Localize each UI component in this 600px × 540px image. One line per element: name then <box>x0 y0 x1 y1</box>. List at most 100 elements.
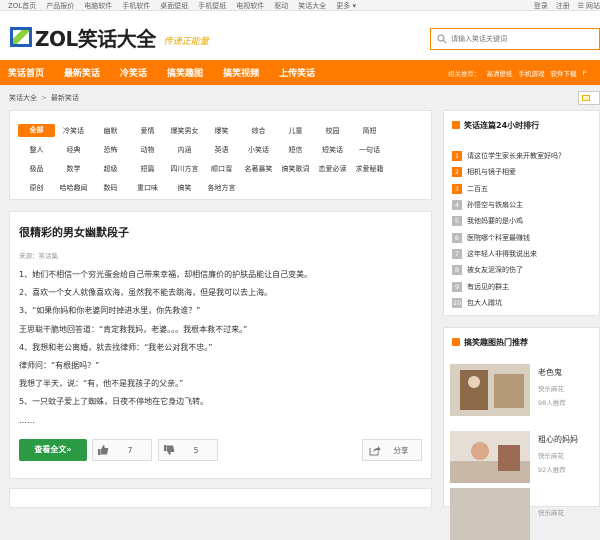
category-item[interactable]: 幽默 <box>92 126 129 136</box>
category-item[interactable]: 综合 <box>240 126 277 136</box>
category-item[interactable]: 经典 <box>55 145 92 155</box>
top-link-tv-software[interactable]: 电视软件 <box>236 1 264 11</box>
nav-item-home[interactable]: 笑话首页 <box>8 66 44 79</box>
category-item[interactable]: 求爱秘籍 <box>351 164 388 174</box>
top-utility-bar: ZOL首页 产品报价 电脑软件 手机软件 桌面壁纸 手机壁纸 电视软件 驱动 笑… <box>0 0 600 11</box>
category-item[interactable]: 四川方言 <box>166 164 203 174</box>
category-row: 极品 数学 超级 短篇 四川方言 顺口溜 名著暴笑 搞笑歌词 恋爱必读 求爱秘籍 <box>18 159 428 178</box>
category-item[interactable]: 哈哈趣闻 <box>55 183 92 193</box>
ranking-item-text: 这年轻人非得我说出来 <box>467 249 537 258</box>
ranking-item[interactable]: 8 被女友泥深的伤了 <box>452 262 565 278</box>
category-item[interactable]: 短信 <box>277 145 314 155</box>
ranking-item[interactable]: 5 我他妈要的是小鸡 <box>452 213 565 229</box>
like-count: 7 <box>127 445 133 455</box>
category-item[interactable]: 搞笑 <box>166 183 203 193</box>
search-input[interactable] <box>451 32 591 46</box>
ranking-number: 8 <box>452 265 462 276</box>
top-link-zol-home[interactable]: ZOL首页 <box>8 1 36 11</box>
category-item[interactable]: 爆笑 <box>203 126 240 136</box>
category-item[interactable]: 一句话 <box>351 145 388 155</box>
category-item[interactable]: 冷笑话 <box>55 126 92 136</box>
breadcrumb-home[interactable]: 笑话大全 <box>9 93 37 103</box>
category-item[interactable]: 儿童 <box>277 126 314 136</box>
top-link-drivers[interactable]: 驱动 <box>274 1 288 11</box>
dislike-button[interactable]: 5 <box>158 439 218 461</box>
category-item[interactable]: 短篇 <box>129 164 166 174</box>
category-item[interactable]: 数码 <box>92 183 129 193</box>
related-link-games[interactable]: 手机游戏 <box>519 68 545 78</box>
category-item[interactable]: 全部 <box>18 124 55 137</box>
ranking-number: 2 <box>452 167 462 178</box>
like-button[interactable]: 7 <box>92 439 152 461</box>
nav-item-funny-pics[interactable]: 搞笑趣图 <box>167 66 203 79</box>
thumbnail-image <box>450 488 530 540</box>
ranking-item[interactable]: 6 医院哪个科室最赚钱 <box>452 229 565 245</box>
category-item[interactable]: 动物 <box>129 145 166 155</box>
recommend-item-count: 92人推荐 <box>538 466 566 474</box>
ranking-item-text: 医院哪个科室最赚钱 <box>467 233 530 242</box>
ranking-item[interactable]: 1 请这位学生家长来开教室好吗？ <box>452 148 565 164</box>
recommend-item[interactable]: 老色鬼 快乐麻花 98人推荐 <box>450 364 600 416</box>
login-link[interactable]: 登录 <box>534 1 548 11</box>
top-link-price[interactable]: 产品报价 <box>46 1 74 11</box>
ranking-item[interactable]: 4 孙悟空与铁扇公主 <box>452 197 565 213</box>
category-item[interactable]: 极品 <box>18 164 55 174</box>
category-item[interactable]: 恐怖 <box>92 145 129 155</box>
category-item[interactable]: 爱情 <box>129 126 166 136</box>
joke-line: 4、我想和老公离婚，就去找律师：“我老公对我不忠。” <box>19 342 213 352</box>
top-link-mobile-wallpaper[interactable]: 手机壁纸 <box>198 1 226 11</box>
category-item[interactable]: 英语 <box>203 145 240 155</box>
category-item[interactable]: 数学 <box>55 164 92 174</box>
recommend-item[interactable]: 快乐麻花 <box>450 488 600 540</box>
site-logo[interactable]: ZOL笑话大全 传递正能量 <box>10 25 209 51</box>
list-icon: ☰ <box>577 1 584 10</box>
ranking-item[interactable]: 7 这年轻人非得我说出来 <box>452 246 565 262</box>
category-item[interactable]: 恋爱必读 <box>314 164 351 174</box>
category-item[interactable]: 爆笑男女 <box>166 126 203 136</box>
ranking-item[interactable]: 3 二百五 <box>452 181 565 197</box>
joke-line: 王思聪干脆地回答道：“肯定救我妈，老婆。。。我根本救不过来。” <box>19 324 248 334</box>
nav-item-funny-videos[interactable]: 搞笑视频 <box>223 66 259 79</box>
joke-title[interactable]: 很精彩的男女幽默段子 <box>19 224 129 240</box>
share-button[interactable]: 分享 <box>362 439 422 461</box>
ranking-item-text: 包大人蹭坑 <box>467 298 502 307</box>
category-item[interactable]: 超级 <box>92 164 129 174</box>
category-item[interactable]: 小笑话 <box>240 145 277 155</box>
site-nav-link[interactable]: ☰ 网站 <box>578 1 600 11</box>
category-item[interactable]: 顺口溜 <box>203 164 240 174</box>
category-item[interactable]: 简短 <box>351 126 388 136</box>
category-item[interactable]: 短笑话 <box>314 145 351 155</box>
ranking-item[interactable]: 9 有远见的群主 <box>452 278 565 294</box>
category-item[interactable]: 原创 <box>18 183 55 193</box>
category-item[interactable]: 名著暴笑 <box>240 164 277 174</box>
recommend-item[interactable]: 粗心的妈妈 快乐麻花 92人推荐 <box>450 431 600 483</box>
top-link-more[interactable]: 更多 ▾ <box>336 1 356 11</box>
category-item[interactable]: 整人 <box>18 145 55 155</box>
nav-item-cold-jokes[interactable]: 冷笑话 <box>120 66 147 79</box>
top-link-desktop-wallpaper[interactable]: 桌面壁纸 <box>160 1 188 11</box>
related-link-p[interactable]: P <box>583 69 587 77</box>
recommend-item-author: 快乐麻花 <box>538 509 564 517</box>
ranking-item-text: 有远见的群主 <box>467 282 509 291</box>
top-account-links: 登录 注册 ☰ 网站 <box>526 0 600 11</box>
main-nav: 笑话首页 最新笑话 冷笑话 搞笑趣图 搞笑视频 上传笑话 相关推荐： 高清壁纸 … <box>0 60 600 85</box>
register-link[interactable]: 注册 <box>556 1 570 11</box>
ranking-item[interactable]: 10 包大人蹭坑 <box>452 295 565 311</box>
nav-item-latest[interactable]: 最新笑话 <box>64 66 100 79</box>
top-link-pc-software[interactable]: 电脑软件 <box>84 1 112 11</box>
ranking-number: 1 <box>452 151 462 162</box>
category-item[interactable]: 重口味 <box>129 183 166 193</box>
category-item[interactable]: 搞笑歌词 <box>277 164 314 174</box>
top-link-mobile-software[interactable]: 手机软件 <box>122 1 150 11</box>
category-item[interactable]: 各地方言 <box>203 183 240 193</box>
nav-item-upload[interactable]: 上传笑话 <box>279 66 315 79</box>
category-item[interactable]: 校园 <box>314 126 351 136</box>
category-item[interactable]: 内涵 <box>166 145 203 155</box>
top-link-jokes[interactable]: 笑话大全 <box>298 1 326 11</box>
related-link-software[interactable]: 软件下载 <box>551 68 577 78</box>
bookmark-button[interactable] <box>578 91 600 105</box>
related-link-wallpaper[interactable]: 高清壁纸 <box>487 68 513 78</box>
view-full-button[interactable]: 查看全文» <box>19 439 87 461</box>
next-joke-card <box>9 488 432 508</box>
ranking-item[interactable]: 2 相机与镜子相爱 <box>452 164 565 180</box>
